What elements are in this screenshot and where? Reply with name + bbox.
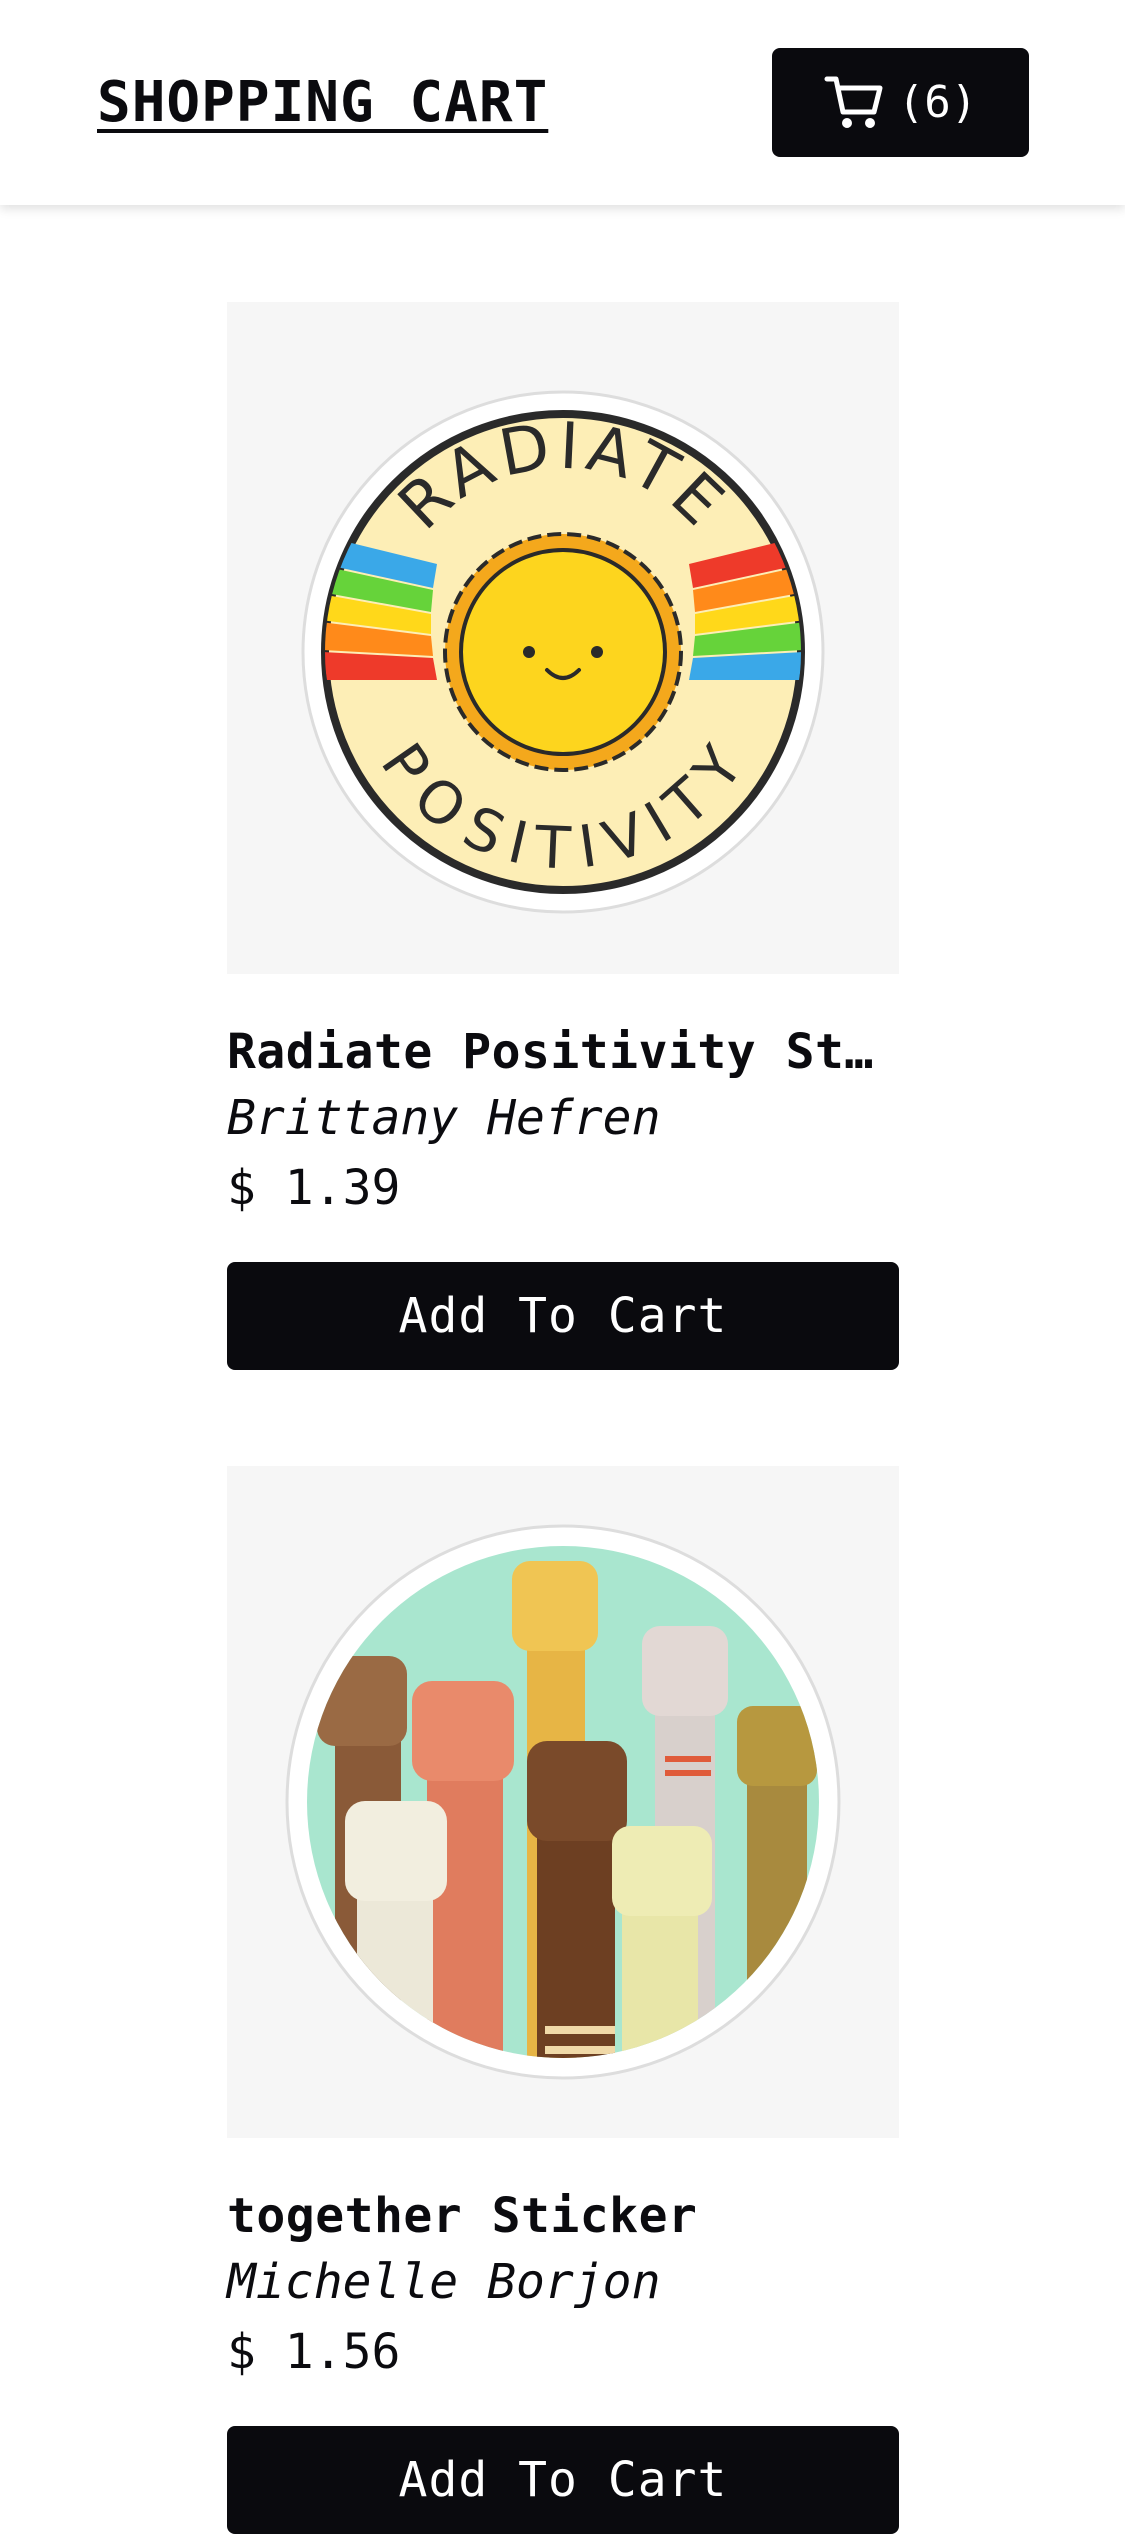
product-image[interactable] [227, 1466, 899, 2138]
product-artist: Brittany Hefren [227, 1090, 661, 1146]
product-image[interactable]: RADIATE POSITIVITY [227, 302, 899, 974]
product-artist: Michelle Borjon [227, 2254, 661, 2310]
product-price: $ 1.56 [227, 2324, 401, 2380]
cart-count: (6) [897, 77, 978, 128]
cart-button[interactable]: (6) [772, 48, 1029, 157]
radiate-positivity-sticker-image: RADIATE POSITIVITY [301, 390, 825, 914]
app-header: SHOPPING CART (6) [0, 0, 1125, 205]
together-sticker-image [285, 1524, 841, 2080]
page-title-link[interactable]: SHOPPING CART [97, 70, 548, 135]
add-to-cart-button[interactable]: Add To Cart [227, 1262, 899, 1370]
add-to-cart-button[interactable]: Add To Cart [227, 2426, 899, 2534]
cart-icon [824, 74, 884, 132]
product-card: RADIATE POSITIVITY Radiate Positivity St… [227, 302, 899, 1370]
product-price: $ 1.39 [227, 1160, 401, 1216]
product-card: together Sticker Michelle Borjon $ 1.56 … [227, 1466, 899, 2534]
product-name[interactable]: Radiate Positivity Sticker [227, 1020, 899, 1084]
product-name[interactable]: together Sticker [227, 2184, 899, 2248]
